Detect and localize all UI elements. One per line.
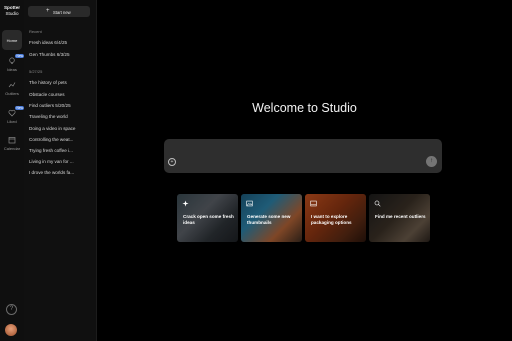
help-icon[interactable]: ? (6, 304, 17, 315)
image-icon (246, 200, 253, 207)
calendar-icon (8, 137, 16, 144)
suggestion-card-fresh-ideas[interactable]: Crack open some fresh ideas (177, 194, 238, 242)
suggestion-card-thumbnails[interactable]: Generate some new thumbnails (241, 194, 302, 242)
new-badge: New (15, 106, 25, 110)
brand-logo[interactable]: Spotter Studio (0, 5, 24, 17)
rail-item-calendar[interactable]: Calendar (2, 134, 22, 154)
new-badge: New (15, 54, 25, 58)
history-item[interactable]: Trying fresh coffee i... (29, 148, 73, 153)
history-item[interactable]: Controlling the weat... (29, 137, 73, 142)
layout-icon (310, 200, 317, 207)
history-item[interactable]: Find outliers 5/20/25 (29, 103, 71, 108)
start-new-button[interactable]: + Start new (28, 6, 90, 17)
history-item[interactable]: Gen Thumbs 6/3/25 (29, 52, 70, 57)
rail-item-label: Ideas (7, 67, 17, 72)
rail-item-home[interactable]: Home (2, 30, 22, 50)
history-sidebar: + Start new Recent Fresh ideas 6/4/25 Ge… (24, 0, 97, 341)
suggestion-card-text: Crack open some fresh ideas (183, 214, 234, 226)
lightbulb-icon (9, 57, 15, 64)
section-title-date: 5/27/25 (29, 69, 43, 74)
left-rail: Spotter Studio Home New Ideas Outliers N… (0, 0, 25, 341)
suggestion-card-text: I want to explore packaging options (311, 214, 352, 226)
sparkle-icon (182, 200, 189, 207)
rail-item-label: Outliers (5, 91, 19, 96)
rail-item-ideas[interactable]: New Ideas (2, 54, 25, 75)
start-new-label: Start new (53, 9, 71, 15)
heart-icon (8, 110, 16, 117)
brand-subtitle: Studio (5, 11, 19, 16)
welcome-title: Welcome to Studio (252, 101, 357, 115)
rail-item-label: Liked (7, 119, 17, 124)
suggestion-card-text: Generate some new thumbnails (247, 214, 291, 226)
rail-item-liked[interactable]: New Liked (2, 106, 25, 127)
send-button[interactable]: ↑ (426, 156, 437, 167)
avatar[interactable] (5, 324, 17, 336)
outliers-icon (8, 82, 16, 88)
history-item[interactable]: Obstacle courses (29, 92, 65, 97)
history-item[interactable]: Living in my van for ... (29, 159, 74, 164)
main-area: Welcome to Studio + ↑ Crack open some fr… (97, 0, 512, 341)
suggestion-card-packaging[interactable]: I want to explore packaging options (305, 194, 366, 242)
suggestion-card-text: Find me recent outliers (375, 214, 426, 219)
add-attachment-icon[interactable]: + (168, 158, 176, 166)
suggestion-card-outliers[interactable]: Find me recent outliers (369, 194, 430, 242)
history-item[interactable]: I drove the worlds fa... (29, 170, 74, 175)
rail-item-label: Calendar (3, 146, 21, 151)
rail-item-outliers[interactable]: Outliers (2, 79, 22, 99)
history-item[interactable]: The history of pets (29, 80, 67, 85)
history-item[interactable]: Traveling the world (29, 114, 68, 119)
plus-icon: + (46, 8, 50, 14)
prompt-input[interactable]: + ↑ (164, 139, 442, 173)
history-item[interactable]: Fresh ideas 6/4/25 (29, 40, 67, 45)
history-item[interactable]: Doing a video in space (29, 126, 75, 131)
section-title-recent: Recent (29, 29, 42, 34)
rail-item-label: Home (6, 38, 18, 43)
search-icon (374, 200, 381, 207)
